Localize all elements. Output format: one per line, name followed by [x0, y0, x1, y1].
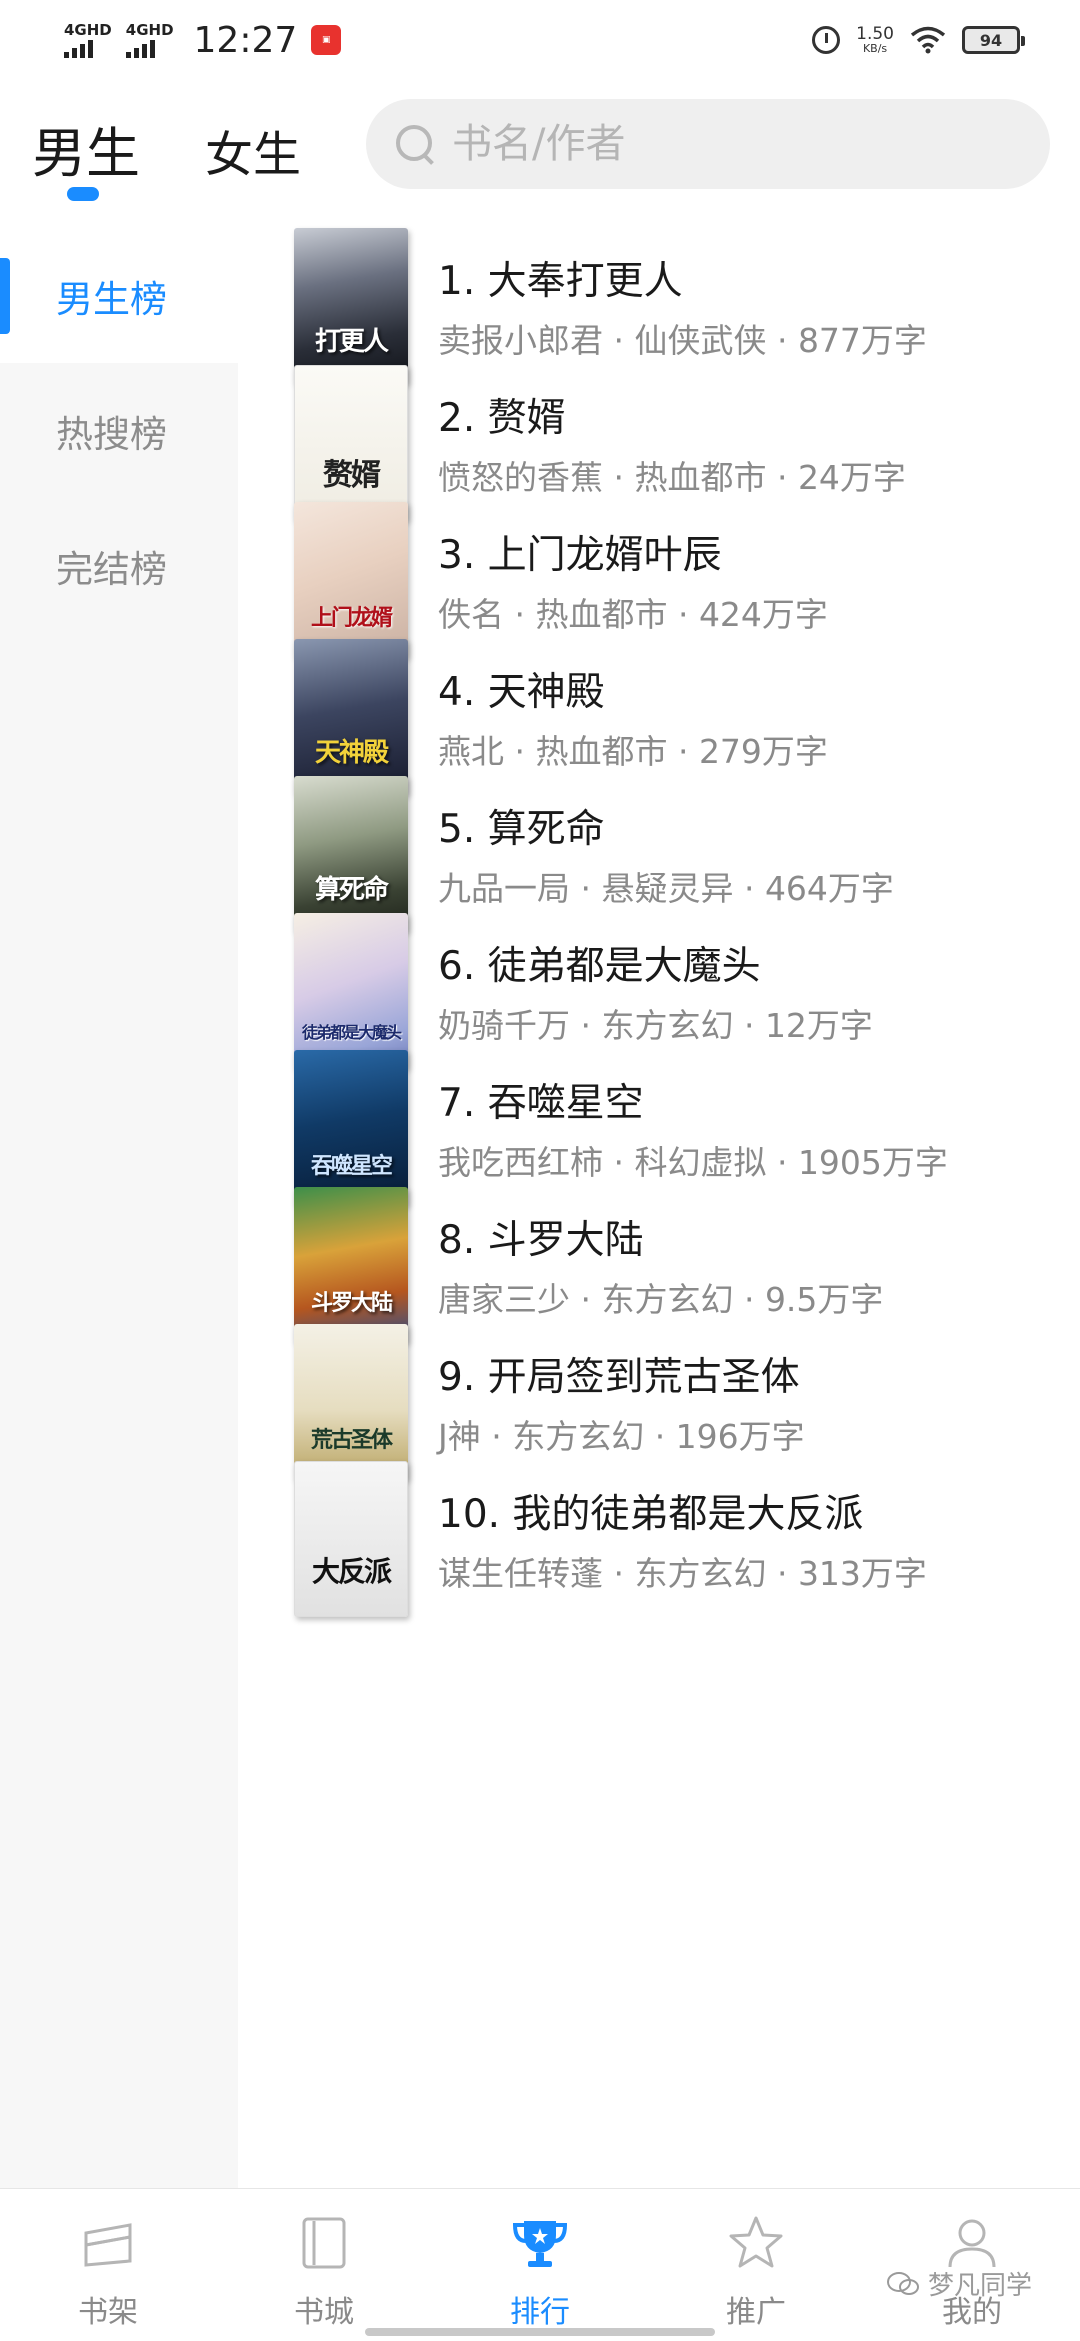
status-time: 12:27	[193, 19, 298, 61]
cover-title-art: 斗罗大陆	[310, 1290, 393, 1316]
wifi-icon	[910, 26, 946, 54]
cover-title-art: 大反派	[311, 1555, 392, 1588]
bookshelf-icon	[84, 2223, 132, 2267]
bottom-nav: 书架 书城 排行 推广 我的	[0, 2188, 1080, 2340]
sidebar-item-completed[interactable]: 完结榜	[0, 498, 238, 633]
book-meta: 燕北 · 热血都市 · 279万字	[438, 732, 828, 771]
book-cover: 大反派	[294, 1461, 408, 1617]
star-icon	[729, 2216, 783, 2268]
search-icon	[394, 123, 436, 165]
network-speed-unit: KB/s	[862, 42, 888, 55]
book-meta: 我吃西红柿 · 科幻虚拟 · 1905万字	[438, 1143, 948, 1182]
header: 男生 女生	[0, 95, 1080, 201]
network-speed-value: 1.50	[856, 24, 894, 44]
status-right: 1.50 KB/s 94	[812, 24, 1025, 55]
sidebar-item-male-ranking[interactable]: 男生榜	[0, 228, 238, 363]
nav-label: 推广	[726, 2295, 786, 2330]
nav-label: 排行	[510, 2295, 570, 2330]
search-input[interactable]	[452, 121, 1012, 167]
status-bar: 4GHD 4GHD 12:27 ▣ 1.50 KB/s 94	[0, 0, 1080, 80]
book-list[interactable]: 打更人 1. 大奉打更人 卖报小郎君 · 仙侠武侠 · 877万字 赘婿 2. …	[238, 220, 1080, 2185]
ranking-sidebar: 男生榜 热搜榜 完结榜	[0, 228, 238, 2188]
list-item[interactable]: 大反派 10. 我的徒弟都是大反派 谋生任转蓬 · 东方玄幻 · 313万字	[238, 1453, 1080, 1657]
battery-level: 94	[979, 30, 1003, 50]
tab-indicator	[67, 187, 99, 201]
trophy-icon	[512, 2221, 568, 2267]
bookstore-icon	[302, 2217, 346, 2269]
book-meta: 唐家三少 · 东方玄幻 · 9.5万字	[438, 1280, 884, 1319]
book-meta: 奶骑千万 · 东方玄幻 · 12万字	[438, 1006, 873, 1045]
sidebar-item-hot-search[interactable]: 热搜榜	[0, 363, 238, 498]
book-title: 4. 天神殿	[438, 670, 605, 715]
book-meta: 九品一局 · 悬疑灵异 · 464万字	[438, 869, 894, 908]
nav-promotion[interactable]: 推广	[648, 2189, 864, 2341]
nav-bookstore[interactable]: 书城	[216, 2189, 432, 2341]
notification-app-icon: ▣	[311, 25, 342, 55]
book-title: 6. 徒弟都是大魔头	[438, 944, 761, 989]
book-meta: J神 · 东方玄幻 · 196万字	[438, 1417, 805, 1456]
book-meta: 愤怒的香蕉 · 热血都市 · 24万字	[438, 458, 906, 497]
home-indicator[interactable]	[365, 2328, 715, 2336]
nav-label: 书架	[78, 2295, 138, 2330]
wechat-icon	[887, 2271, 919, 2295]
sidebar-background	[0, 633, 238, 2188]
cover-title-art: 荒古圣体	[310, 1427, 393, 1453]
status-left: 4GHD 4GHD 12:27 ▣	[64, 19, 342, 61]
cover-title-art: 赘婿	[323, 458, 381, 493]
watermark-text: 梦凡同学	[928, 2271, 1033, 2301]
book-title: 2. 赘婿	[438, 396, 566, 441]
book-title: 3. 上门龙婿叶辰	[438, 533, 722, 578]
profile-icon	[948, 2219, 996, 2268]
cover-title-art: 天神殿	[314, 738, 389, 768]
book-meta: 谋生任转蓬 · 东方玄幻 · 313万字	[438, 1554, 927, 1593]
book-meta: 佚名 · 热血都市 · 424万字	[438, 595, 828, 634]
battery-icon: 94	[962, 26, 1025, 54]
signal-icon: 4GHD	[125, 20, 174, 58]
book-title: 5. 算死命	[438, 807, 605, 852]
watermark: 梦凡同学	[886, 2265, 1032, 2302]
search-bar[interactable]	[366, 99, 1050, 189]
nav-bookshelf[interactable]: 书架	[0, 2189, 216, 2341]
tab-male[interactable]: 男生	[32, 109, 140, 188]
book-title: 8. 斗罗大陆	[438, 1218, 644, 1263]
signal-icon: 4GHD	[64, 20, 112, 58]
network-speed: 1.50 KB/s	[856, 24, 894, 55]
cover-title-art: 算死命	[314, 875, 389, 905]
network-type: 4GHD	[64, 20, 112, 39]
cover-title-art: 吞噬星空	[310, 1153, 393, 1179]
cover-title-art: 上门龙婿	[310, 605, 393, 631]
nav-label: 书城	[294, 2295, 354, 2330]
cover-title-art: 打更人	[314, 327, 389, 357]
book-title: 1. 大奉打更人	[438, 259, 683, 304]
nav-ranking[interactable]: 排行	[432, 2189, 648, 2341]
book-title: 10. 我的徒弟都是大反派	[438, 1492, 864, 1537]
book-meta: 卖报小郎君 · 仙侠武侠 · 877万字	[438, 321, 927, 360]
cover-title-art: 徒弟都是大魔头	[301, 1023, 402, 1042]
alarm-icon	[812, 26, 841, 54]
book-title: 7. 吞噬星空	[438, 1081, 644, 1126]
tab-female[interactable]: 女生	[205, 115, 301, 185]
network-type: 4GHD	[125, 20, 174, 39]
book-title: 9. 开局签到荒古圣体	[438, 1355, 800, 1400]
